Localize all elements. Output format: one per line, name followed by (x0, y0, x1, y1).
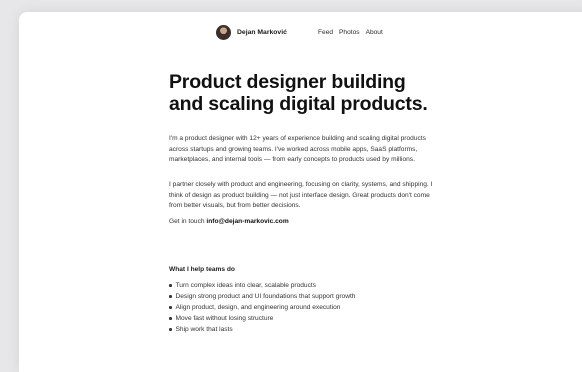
bullet-icon (169, 306, 172, 309)
page-title: Product designer building and scaling di… (169, 71, 428, 115)
nav-link-feed[interactable]: Feed (318, 29, 333, 36)
hero: Product designer building and scaling di… (169, 71, 444, 115)
contact-label: Get in touch (169, 218, 205, 225)
profile-link[interactable]: Dejan Marković (212, 20, 287, 44)
bullet-icon (169, 317, 172, 320)
page-frame: Dejan Marković Feed Photos About Product… (19, 12, 582, 372)
site-owner-name: Dejan Marković (237, 28, 287, 36)
help-section: What I help teams do Turn complex ideas … (169, 266, 444, 335)
top-nav: Dejan Marković Feed Photos About (19, 20, 582, 44)
approach-paragraph: I partner closely with product and engin… (169, 181, 433, 210)
list-item: Move fast without losing structure (169, 313, 444, 324)
bullet-icon (169, 284, 172, 287)
help-list: Turn complex ideas into clear, scalable … (169, 280, 444, 335)
bullet-icon (169, 328, 172, 331)
nav-link-photos[interactable]: Photos (339, 29, 360, 36)
nav-links: Feed Photos About (318, 20, 383, 44)
nav-link-about[interactable]: About (366, 29, 383, 36)
list-item: Ship work that lasts (169, 324, 444, 335)
intro-paragraph: I'm a product designer with 12+ years of… (169, 135, 426, 164)
list-item: Align product, design, and engineering a… (169, 302, 444, 313)
contact-email-link[interactable]: info@dejan-markovic.com (206, 218, 288, 225)
help-section-title: What I help teams do (169, 266, 235, 273)
contact-line: Get in touch info@dejan-markovic.com (169, 218, 289, 225)
list-item: Design strong product and UI foundations… (169, 291, 444, 302)
bullet-icon (169, 295, 172, 298)
avatar (216, 24, 231, 40)
list-item: Turn complex ideas into clear, scalable … (169, 280, 444, 291)
